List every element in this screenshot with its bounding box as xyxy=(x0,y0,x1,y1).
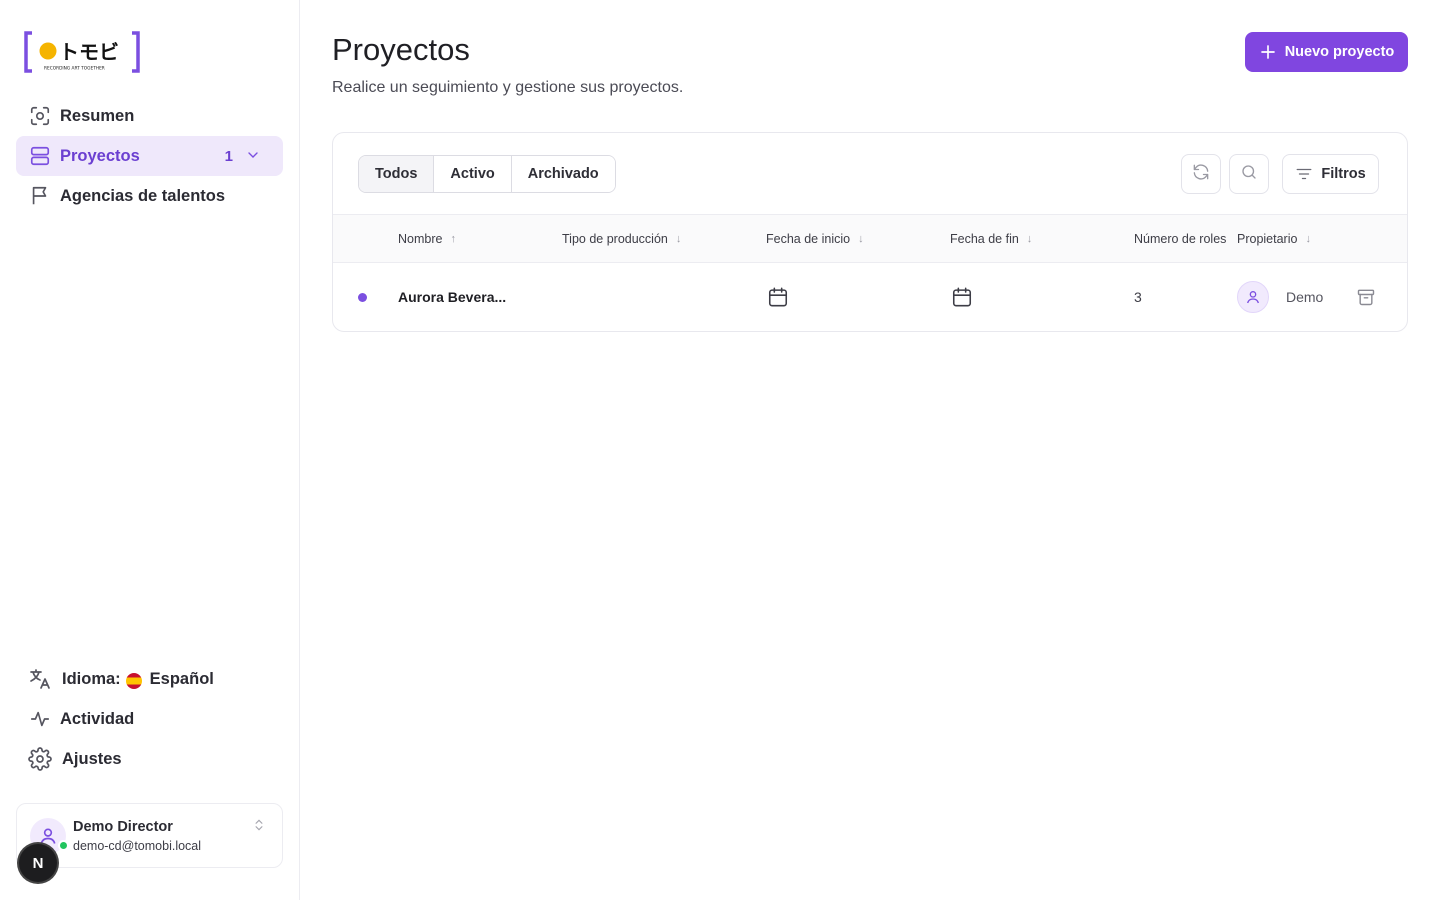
brand-logo[interactable]: トモビ RECORDING ART TOGETHER xyxy=(24,31,140,73)
filters-button[interactable]: Filtros xyxy=(1282,154,1379,194)
filters-label: Filtros xyxy=(1321,166,1366,182)
refresh-button[interactable] xyxy=(1181,154,1221,194)
chevron-down-icon[interactable] xyxy=(245,147,261,168)
filter-lines-icon xyxy=(1295,165,1313,183)
spain-flag-icon xyxy=(125,673,142,689)
calendar-icon[interactable] xyxy=(951,263,973,331)
column-header-fecha-fin[interactable]: Fecha de fin ↓ xyxy=(950,215,1032,262)
language-label: Idioma: xyxy=(62,669,121,688)
tab-archivado[interactable]: Archivado xyxy=(511,156,615,192)
status-dot xyxy=(358,293,367,302)
calendar-icon[interactable] xyxy=(767,263,789,331)
stack-icon xyxy=(28,144,52,168)
chevrons-up-down-icon xyxy=(252,818,266,837)
flag-icon xyxy=(28,184,52,208)
search-icon xyxy=(1240,163,1258,186)
table-header: Nombre ↑ Tipo de producción ↓ Fecha de ini… xyxy=(333,214,1407,263)
search-button[interactable] xyxy=(1229,154,1269,194)
owner-name: Demo xyxy=(1286,289,1324,305)
column-header-roles[interactable]: Número de roles xyxy=(1134,215,1226,262)
main-nav: Resumen Proyectos 1 Agencias de talentos xyxy=(16,96,283,216)
sidebar-item-label: Actividad xyxy=(60,709,135,728)
tab-activo[interactable]: Activo xyxy=(434,156,512,192)
sidebar-item-resumen[interactable]: Resumen xyxy=(16,96,283,136)
column-header-nombre[interactable]: Nombre ↑ xyxy=(398,215,456,262)
sidebar-item-label: Proyectos xyxy=(60,146,140,165)
svg-text:トモビ: トモビ xyxy=(59,40,119,64)
archive-icon[interactable] xyxy=(1354,285,1378,309)
scan-icon xyxy=(28,104,52,128)
projects-table-card: Todos Activo Archivado Filtros Nombre ↑ T… xyxy=(332,132,1408,332)
sidebar-item-agencias[interactable]: Agencias de talentos xyxy=(16,176,283,216)
gear-icon xyxy=(28,747,52,771)
page-title: Proyectos xyxy=(332,32,470,67)
sidebar-item-actividad[interactable]: Actividad xyxy=(16,699,283,739)
user-email: demo-cd@tomobi.local xyxy=(73,839,202,853)
sort-desc-icon: ↓ xyxy=(1305,232,1311,245)
language-selector[interactable]: Idioma: Español xyxy=(16,659,283,699)
column-header-tipo[interactable]: Tipo de producción ↓ xyxy=(562,215,681,262)
new-project-label: Nuevo proyecto xyxy=(1284,44,1395,60)
new-project-button[interactable]: Nuevo proyecto xyxy=(1245,32,1408,72)
sidebar-item-label: Ajustes xyxy=(62,749,122,768)
sidebar-item-label: Agencias de talentos xyxy=(60,186,226,205)
user-name: Demo Director xyxy=(73,819,173,835)
refresh-icon xyxy=(1191,162,1211,187)
activity-icon xyxy=(28,707,52,731)
column-header-fecha-inicio[interactable]: Fecha de inicio ↓ xyxy=(766,215,864,262)
sidebar-item-proyectos[interactable]: Proyectos 1 xyxy=(16,136,283,176)
sort-asc-icon: ↑ xyxy=(450,232,456,245)
status-tabs: Todos Activo Archivado xyxy=(358,155,616,193)
column-header-propietario[interactable]: Propietario ↓ xyxy=(1237,215,1311,262)
owner-avatar xyxy=(1237,281,1269,313)
sidebar: トモビ RECORDING ART TOGETHER Resumen Proye… xyxy=(0,0,300,900)
svg-text:RECORDING ART TOGETHER: RECORDING ART TOGETHER xyxy=(44,66,105,72)
tab-todos[interactable]: Todos xyxy=(359,156,435,192)
language-value: Español xyxy=(149,669,214,688)
sort-desc-icon: ↓ xyxy=(858,232,864,245)
sidebar-item-label: Resumen xyxy=(60,106,135,125)
sort-desc-icon: ↓ xyxy=(675,232,682,245)
roles-count: 3 xyxy=(1134,289,1142,305)
sidebar-item-ajustes[interactable]: Ajustes xyxy=(16,739,283,779)
online-status-indicator xyxy=(58,840,69,851)
sidebar-bottom-nav: Idioma: Español Actividad Ajustes xyxy=(16,659,283,779)
table-row[interactable]: Aurora Bevera... 3 Demo xyxy=(333,263,1407,331)
sort-desc-icon: ↓ xyxy=(1026,232,1033,245)
translate-icon xyxy=(28,667,52,691)
dev-tools-badge[interactable]: N xyxy=(19,844,57,882)
project-count-badge: 1 xyxy=(224,147,233,165)
project-name[interactable]: Aurora Bevera... xyxy=(398,263,506,331)
plus-icon xyxy=(1259,43,1277,61)
page-subtitle: Realice un seguimiento y gestione sus pr… xyxy=(332,79,684,96)
